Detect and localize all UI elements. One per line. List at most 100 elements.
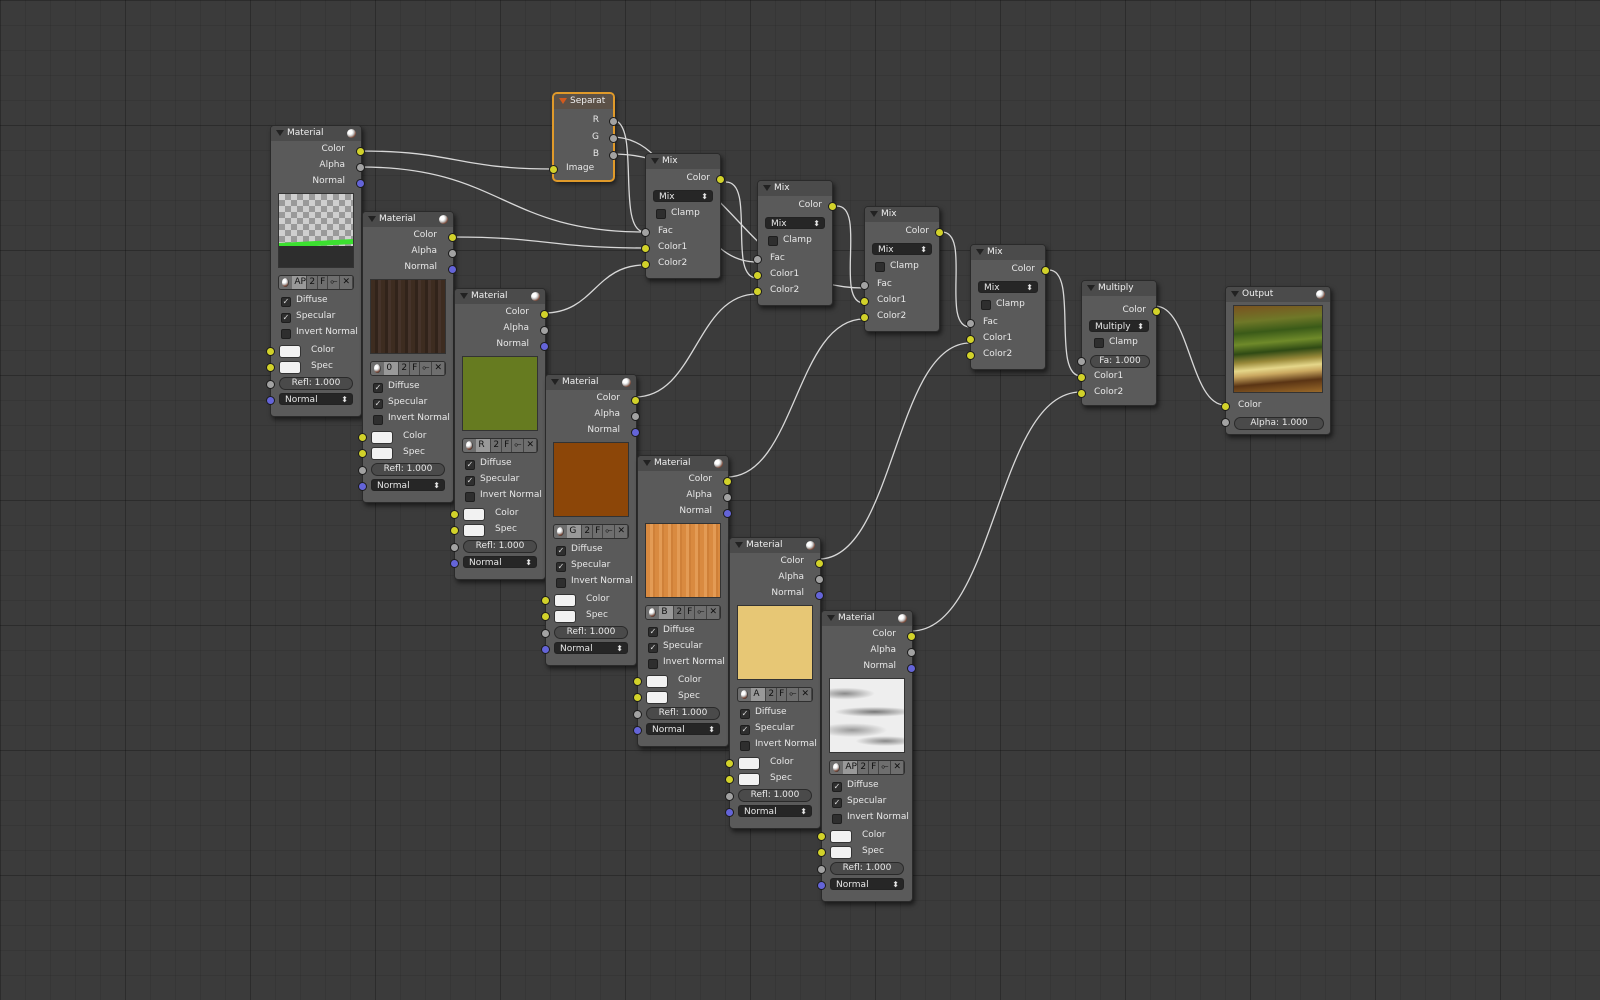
- input-socket-color[interactable]: [817, 832, 826, 841]
- material-sphere-icon[interactable]: [806, 541, 815, 550]
- texture-type-icon[interactable]: [557, 527, 565, 536]
- material-node[interactable]: Material Color Alpha Normal 0 2 F ⟜ ✕ ✓ Diffuse ✓ Sp…: [358, 211, 457, 503]
- mix-node[interactable]: Mix Color Mix ⬍ Clamp Fac Color1 Color2: [753, 180, 837, 306]
- input-socket-alpha[interactable]: [1221, 418, 1230, 427]
- refl-field[interactable]: Refl: 1.000: [371, 463, 445, 476]
- input-socket-fac[interactable]: [753, 255, 762, 264]
- input-socket-refl[interactable]: [541, 629, 550, 638]
- output-socket-alpha[interactable]: [723, 493, 732, 502]
- node-header[interactable]: Material: [638, 456, 728, 471]
- input-socket-normal[interactable]: [358, 482, 367, 491]
- diffuse-checkbox[interactable]: ✓: [281, 297, 291, 307]
- texture-selector[interactable]: B 2 F ⟜ ✕: [645, 605, 721, 620]
- node-link[interactable]: [941, 231, 971, 328]
- output-socket-alpha[interactable]: [631, 412, 640, 421]
- texture-option-2[interactable]: ⟜: [879, 761, 892, 774]
- output-socket-color[interactable]: [356, 147, 365, 156]
- node-header[interactable]: Material: [455, 289, 545, 304]
- input-socket-color[interactable]: [266, 347, 275, 356]
- x-icon[interactable]: ✕: [524, 439, 537, 452]
- texture-name[interactable]: B: [659, 606, 675, 619]
- blend-mode-dropdown[interactable]: Mix ⬍: [653, 190, 713, 202]
- node-header[interactable]: Material: [363, 212, 453, 227]
- blend-mode-dropdown[interactable]: Mix ⬍: [978, 281, 1038, 293]
- specular-checkbox[interactable]: ✓: [556, 562, 566, 572]
- x-icon[interactable]: ✕: [432, 362, 445, 375]
- multiply-node[interactable]: Multiply Color Multiply ⬍ Clamp Fa: 1.000…: [1077, 280, 1161, 406]
- spec-swatch[interactable]: [279, 361, 301, 374]
- texture-selector[interactable]: G 2 F ⟜ ✕: [553, 524, 629, 539]
- input-socket-refl[interactable]: [450, 543, 459, 552]
- x-icon[interactable]: ✕: [615, 525, 628, 538]
- texture-option-0[interactable]: 2: [582, 525, 594, 538]
- specular-checkbox[interactable]: ✓: [740, 725, 750, 735]
- texture-selector[interactable]: AP 2 F ⟜ ✕: [278, 275, 354, 290]
- output-socket-color[interactable]: [1041, 266, 1050, 275]
- input-socket-color2[interactable]: [753, 287, 762, 296]
- input-socket-normal[interactable]: [633, 726, 642, 735]
- spec-swatch[interactable]: [646, 691, 668, 704]
- input-socket-refl[interactable]: [817, 865, 826, 874]
- color-swatch[interactable]: [830, 830, 852, 843]
- triangle-down-icon[interactable]: [976, 249, 984, 255]
- specular-checkbox[interactable]: ✓: [465, 476, 475, 486]
- material-sphere-icon[interactable]: [439, 215, 448, 224]
- input-socket-color1[interactable]: [641, 244, 650, 253]
- output-socket-color[interactable]: [540, 310, 549, 319]
- material-node[interactable]: Material Color Alpha Normal R 2 F ⟜ ✕ ✓ Diffuse ✓ Sp…: [450, 288, 549, 580]
- refl-field[interactable]: Refl: 1.000: [463, 540, 537, 553]
- specular-checkbox[interactable]: ✓: [281, 313, 291, 323]
- texture-option-0[interactable]: 2: [491, 439, 503, 452]
- texture-option-2[interactable]: ⟜: [603, 525, 616, 538]
- input-socket-color[interactable]: [633, 677, 642, 686]
- material-node[interactable]: Material Color Alpha Normal A 2 F ⟜ ✕ ✓ Diffuse ✓ Sp…: [725, 537, 824, 829]
- diffuse-checkbox[interactable]: ✓: [556, 546, 566, 556]
- triangle-down-icon[interactable]: [368, 216, 376, 222]
- texture-option-1[interactable]: F: [318, 276, 329, 289]
- input-socket-color2[interactable]: [860, 313, 869, 322]
- texture-option-1[interactable]: F: [685, 606, 696, 619]
- texture-option-0[interactable]: 2: [858, 761, 870, 774]
- input-socket-normal[interactable]: [266, 396, 275, 405]
- normal-dropdown[interactable]: Normal ⬍: [738, 805, 812, 817]
- node-link[interactable]: [451, 236, 646, 249]
- node-link[interactable]: [543, 264, 646, 314]
- input-socket-color2[interactable]: [1077, 389, 1086, 398]
- triangle-down-icon[interactable]: [276, 130, 284, 136]
- texture-option-0[interactable]: 2: [766, 688, 778, 701]
- x-icon[interactable]: ✕: [891, 761, 904, 774]
- node-header[interactable]: Output: [1226, 287, 1330, 302]
- spec-swatch[interactable]: [463, 524, 485, 537]
- input-socket-normal[interactable]: [725, 808, 734, 817]
- output-socket-normal[interactable]: [540, 342, 549, 351]
- output-socket-color[interactable]: [1152, 307, 1161, 316]
- spec-swatch[interactable]: [738, 773, 760, 786]
- normal-dropdown[interactable]: Normal ⬍: [463, 556, 537, 568]
- texture-type-icon[interactable]: [282, 278, 290, 287]
- refl-field[interactable]: Refl: 1.000: [830, 862, 904, 875]
- x-icon[interactable]: ✕: [707, 606, 720, 619]
- material-node[interactable]: Material Color Alpha Normal B 2 F ⟜ ✕ ✓ Diffuse ✓ Sp…: [633, 455, 732, 747]
- input-socket-color1[interactable]: [860, 297, 869, 306]
- input-socket-spec[interactable]: [541, 612, 550, 621]
- input-socket-color[interactable]: [1221, 402, 1230, 411]
- input-socket-fac[interactable]: [860, 281, 869, 290]
- input-socket-color2[interactable]: [966, 351, 975, 360]
- input-socket-color[interactable]: [725, 759, 734, 768]
- invert-normal-checkbox[interactable]: [556, 578, 566, 588]
- texture-option-1[interactable]: F: [593, 525, 604, 538]
- input-socket-image[interactable]: [549, 165, 558, 174]
- input-socket-color1[interactable]: [753, 271, 762, 280]
- triangle-down-icon[interactable]: [735, 542, 743, 548]
- input-socket-fac[interactable]: [641, 228, 650, 237]
- material-sphere-icon[interactable]: [622, 378, 631, 387]
- node-link[interactable]: [359, 150, 554, 170]
- normal-dropdown[interactable]: Normal ⬍: [371, 479, 445, 491]
- material-sphere-icon[interactable]: [347, 129, 356, 138]
- output-socket-alpha[interactable]: [448, 249, 457, 258]
- output-socket-normal[interactable]: [723, 509, 732, 518]
- refl-field[interactable]: Refl: 1.000: [738, 789, 812, 802]
- node-link[interactable]: [725, 181, 758, 279]
- node-header[interactable]: Mix: [865, 207, 939, 222]
- triangle-down-icon[interactable]: [870, 211, 878, 217]
